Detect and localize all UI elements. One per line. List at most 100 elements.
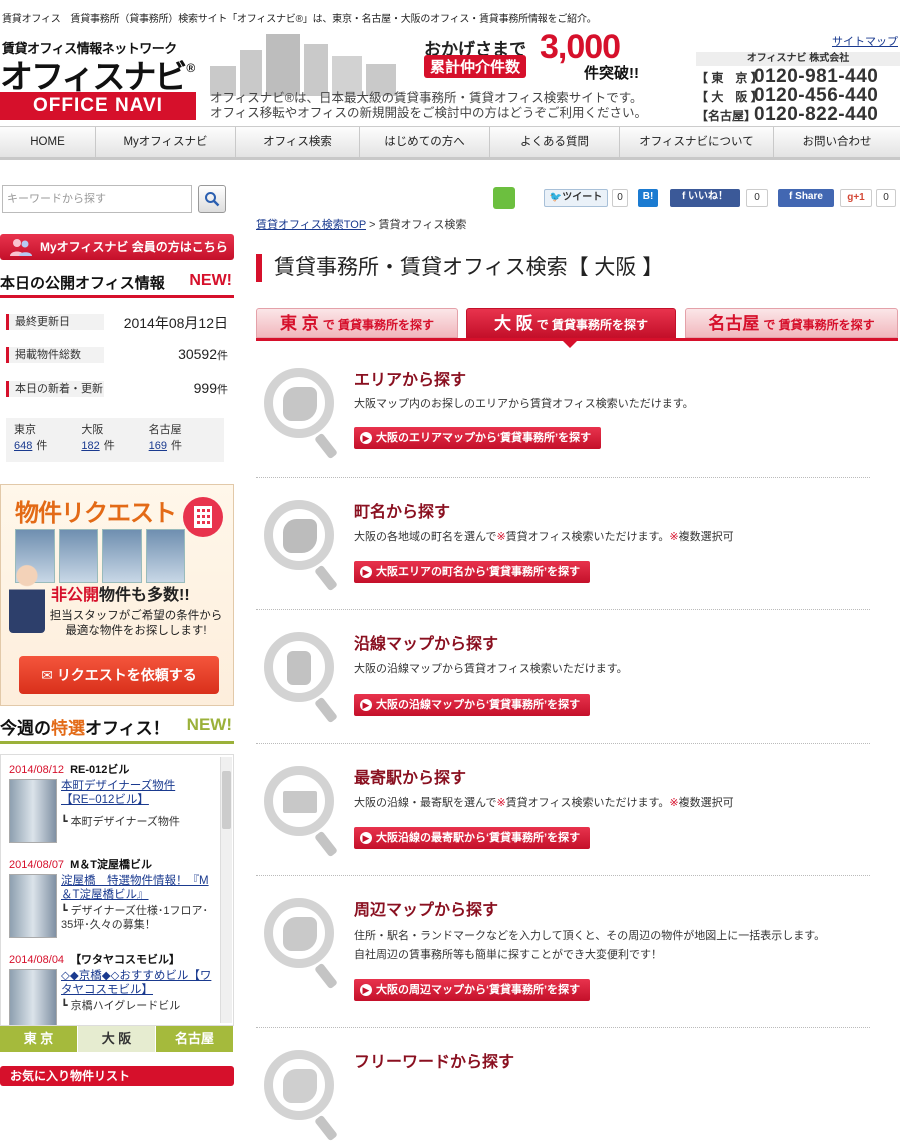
- section-title: エリアから探す: [354, 372, 467, 389]
- building-thumbnail[interactable]: [9, 779, 57, 843]
- featured-offices-heading: 今週の特選オフィス！ NEW!: [0, 714, 234, 744]
- tweet-count: 0: [612, 189, 628, 207]
- featured-link[interactable]: ◇◆京橋◆◇おすすめビル【ワタヤコスモビル】: [61, 969, 215, 997]
- campaign-badge: 累計仲介件数: [424, 55, 527, 78]
- tab-tokyo-search[interactable]: 東 京で 賃貸事務所を探す: [256, 308, 458, 338]
- section-title: 町名から探す: [354, 504, 451, 521]
- registered-mark: ®: [186, 61, 195, 75]
- scrollbar-thumb[interactable]: [222, 771, 231, 829]
- stat-new-today: 本日の新着・更新 999件: [6, 378, 228, 400]
- today-info-heading: 本日の公開オフィス情報 NEW!: [0, 272, 234, 298]
- section-nearby-map-search: 周辺マップから探す 住所・駅名・ランドマークなどを入力して頂くと、その周辺の物件…: [256, 876, 870, 1028]
- featured-offices-list: 2014/08/12 RE-012ビル 本町デザイナーズ物件【RE−012ビル】 …: [0, 754, 234, 1026]
- breadcrumb-home[interactable]: 賃貸オフィス検索TOP: [256, 219, 366, 231]
- search-icon: [205, 192, 220, 207]
- request-title: 物件リクエスト: [15, 500, 177, 527]
- building-thumbnail[interactable]: [9, 969, 57, 1025]
- nearby-map-button[interactable]: ▶ 大阪の周辺マップから‘賃貸事務所’を探す: [354, 979, 591, 1001]
- page-title: 賃貸事務所・賃貸オフィス検索【 大阪 】: [256, 254, 663, 282]
- header-tagline: 賃貸オフィス 賃貸事務所（貸事務所）検索サイト「オフィスナビ®」は、東京・名古屋…: [2, 14, 597, 25]
- nav-about[interactable]: オフィスナビについて: [620, 127, 774, 157]
- evernote-icon[interactable]: [493, 187, 515, 209]
- city-count-nagoya: 名古屋 169 件: [148, 424, 183, 452]
- facebook-share-button[interactable]: f Share: [778, 189, 834, 207]
- nav-my-officenavi[interactable]: Myオフィスナビ: [96, 127, 236, 157]
- station-search-button[interactable]: ▶ 大阪沿線の最寄駅から‘賃貸事務所’を探す: [354, 827, 591, 849]
- nav-first-time[interactable]: はじめての方へ: [360, 127, 490, 157]
- section-freeword-search: フリーワードから探す: [256, 1028, 870, 1120]
- new-badge: NEW!: [186, 715, 232, 734]
- section-title: フリーワードから探す: [354, 1054, 515, 1071]
- scrollbar[interactable]: [220, 757, 232, 1023]
- tab-osaka-search[interactable]: 大 阪で 賃貸事務所を探す: [466, 308, 676, 338]
- nav-office-search[interactable]: オフィス検索: [236, 127, 360, 157]
- nav-faq[interactable]: よくある質問: [490, 127, 620, 157]
- request-text: 担当スタッフがご希望の条件から 最適な物件をお探しします!: [49, 610, 223, 637]
- search-button[interactable]: [198, 185, 226, 213]
- tab-osaka[interactable]: 大 阪: [78, 1026, 156, 1052]
- campaign-suffix: 件突破!!: [584, 65, 639, 82]
- tab-nagoya-search[interactable]: 名古屋で 賃貸事務所を探す: [685, 308, 898, 338]
- line-map-button[interactable]: ▶ 大阪の沿線マップから‘賃貸事務所’を探す: [354, 694, 591, 716]
- company-name: オフィスナビ 株式会社: [696, 52, 900, 66]
- tab-tokyo[interactable]: 東 京: [0, 1026, 78, 1052]
- section-title: 沿線マップから探す: [354, 636, 499, 653]
- site-description: オフィスナビ®は、日本最大級の賃貸事務所・賃貸オフィス検索サイトです。 オフィス移…: [210, 91, 648, 120]
- building-thumbnail[interactable]: [9, 874, 57, 938]
- staff-photo: [9, 563, 45, 633]
- section-area-search: エリアから探す 大阪マップ内のお探しのエリアから賃貸オフィス検索いただけます。 …: [256, 346, 870, 478]
- favorites-list-heading[interactable]: お気に入り物件リスト: [0, 1066, 234, 1086]
- nearby-map-magnifier-icon: [264, 898, 334, 968]
- header-buildings-illustration: [210, 30, 410, 96]
- train-magnifier-icon: [264, 632, 334, 702]
- section-description: 大阪の沿線マップから賃貸オフィス検索いただけます。: [354, 663, 628, 675]
- property-request-banner[interactable]: 物件リクエスト 非公開物件も多数!! 担当スタッフがご希望の条件から 最適な物件を…: [0, 484, 234, 706]
- station-sign-magnifier-icon: [264, 766, 334, 836]
- sitemap-link[interactable]: サイトマップ: [832, 33, 898, 49]
- member-login-button[interactable]: Myオフィスナビ 会員の方はこちら: [0, 234, 234, 260]
- section-description: 住所・駅名・ランドマークなどを入力して頂くと、その周辺の物件が地図上に一括表示し…: [354, 930, 826, 942]
- phone-nagoya: 【名古屋】0120-822-440: [696, 104, 879, 125]
- site-logo[interactable]: オフィスナビ®: [0, 54, 195, 95]
- section-description: 大阪マップ内のお探しのエリアから賃貸オフィス検索いただけます。: [354, 398, 694, 410]
- logo-english[interactable]: OFFICE NAVI: [0, 92, 196, 120]
- mail-icon: ✉: [41, 667, 57, 683]
- featured-item: 2014/08/07 M＆T淀屋橋ビル 淀屋橋 特選物件情報！『M＆T淀屋橋ビル』…: [9, 856, 215, 938]
- google-plus-button[interactable]: g+1: [840, 189, 872, 207]
- section-line-map-search: 沿線マップから探す 大阪の沿線マップから賃貸オフィス検索いただけます。 ▶ 大阪の…: [256, 610, 870, 744]
- hatena-bookmark-button[interactable]: B!: [638, 189, 658, 207]
- section-description: 自社周辺の賃事務所等も簡単に探すことができ大変便利です！: [354, 949, 662, 961]
- town-map-magnifier-icon: [264, 500, 334, 570]
- featured-link[interactable]: 淀屋橋 特選物件情報！『M＆T淀屋橋ビル』: [61, 874, 215, 902]
- featured-city-tabs: 東 京 大 阪 名古屋: [0, 1026, 234, 1052]
- arrow-right-icon: ▶: [360, 699, 372, 711]
- building-grid-icon: [183, 497, 223, 537]
- like-count: 0: [746, 189, 768, 207]
- nav-contact[interactable]: お問い合わせ: [774, 127, 900, 157]
- area-map-button[interactable]: ▶ 大阪のエリアマップから‘賃貸事務所’を探す: [354, 427, 602, 449]
- arrow-right-icon: ▶: [360, 566, 372, 578]
- featured-link[interactable]: 本町デザイナーズ物件【RE−012ビル】: [61, 779, 215, 807]
- tab-nagoya[interactable]: 名古屋: [156, 1026, 234, 1052]
- keyword-search-input[interactable]: キーワードから探す: [2, 185, 192, 213]
- stat-total-listings: 掲載物件総数 30592件: [6, 344, 228, 366]
- request-button[interactable]: ✉ リクエストを依頼する: [19, 656, 219, 694]
- logo-text: オフィスナビ: [0, 58, 187, 95]
- tweet-button[interactable]: 🐦ツイート: [544, 189, 608, 207]
- nav-home[interactable]: HOME: [0, 127, 96, 157]
- section-title: 最寄駅から探す: [354, 770, 467, 787]
- arrow-right-icon: ▶: [360, 832, 372, 844]
- area-map-magnifier-icon: [264, 368, 334, 438]
- members-icon: [10, 239, 32, 256]
- featured-item: 2014/08/12 RE-012ビル 本町デザイナーズ物件【RE−012ビル】 …: [9, 761, 215, 843]
- facebook-like-button[interactable]: f いいね！: [670, 189, 740, 207]
- breadcrumb: 賃貸オフィス検索TOP > 賃貸オフィス検索: [256, 219, 467, 231]
- featured-item: 2014/08/04 【ワタヤコスモビル】 ◇◆京橋◆◇おすすめビル【ワタヤコスモ…: [9, 951, 215, 1025]
- city-counts: 東京 648 件 大阪 182 件 名古屋 169 件: [6, 418, 224, 462]
- town-search-button[interactable]: ▶ 大阪エリアの町名から‘賃貸事務所’を探す: [354, 561, 591, 583]
- arrow-right-icon: ▶: [360, 984, 372, 996]
- stat-last-updated: 最終更新日 2014年08月12日: [6, 311, 228, 333]
- twitter-icon: 🐦: [549, 192, 563, 203]
- gplus-count: 0: [876, 189, 896, 207]
- section-station-search: 最寄駅から探す 大阪の沿線・最寄駅を選んで※賃貸オフィス検索いただけます。※複数…: [256, 744, 870, 876]
